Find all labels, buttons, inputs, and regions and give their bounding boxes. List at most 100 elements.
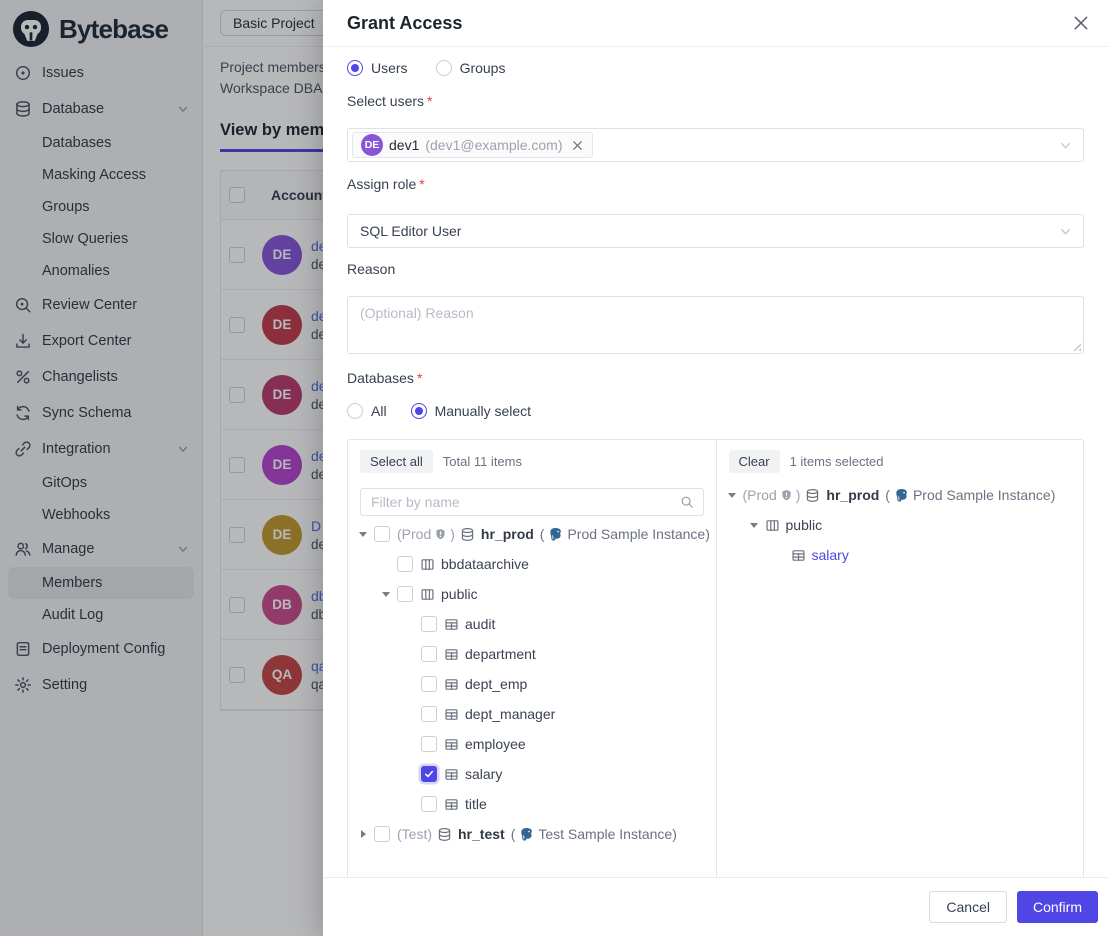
environment-label: (Prod) — [397, 526, 455, 542]
picker-source-header: Select all Total 11 items — [360, 450, 704, 473]
caret-down-icon[interactable] — [379, 587, 393, 601]
tree-node-label[interactable]: bbdataarchive — [441, 556, 529, 572]
tree-node-label[interactable]: hr_test — [458, 826, 505, 842]
modal-header: Grant Access — [323, 0, 1108, 47]
tree-node-employee[interactable]: employee — [348, 729, 716, 759]
tree-node-hr_prod[interactable]: (Prod)hr_prod(Prod Sample Instance) — [348, 519, 716, 549]
modal-body: Users Groups Select users* DE dev1 (dev1… — [323, 48, 1108, 877]
users-radio-control[interactable] — [347, 60, 363, 76]
tree-node-dept_manager[interactable]: dept_manager — [348, 699, 716, 729]
tree-node-label[interactable]: hr_prod — [826, 487, 879, 503]
tree-node-label[interactable]: audit — [465, 616, 495, 632]
tree-node-public[interactable]: public — [348, 579, 716, 609]
remove-user-icon[interactable] — [571, 139, 584, 152]
tree-checkbox[interactable] — [421, 766, 437, 782]
chevron-down-icon — [1058, 138, 1073, 153]
tree-checkbox[interactable] — [421, 736, 437, 752]
tree-node-salary[interactable]: salary — [348, 759, 716, 789]
picker-selected-header: Clear 1 items selected — [729, 450, 1072, 473]
caret-down-icon — [403, 707, 417, 721]
tree-checkbox[interactable] — [421, 646, 437, 662]
clear-button[interactable]: Clear — [729, 450, 780, 473]
avatar: DE — [361, 134, 383, 156]
tree-node-bbdataarchive[interactable]: bbdataarchive — [348, 549, 716, 579]
all-radio-control[interactable] — [347, 403, 363, 419]
tree-node-hr_test[interactable]: (Test)hr_test(Test Sample Instance) — [348, 819, 716, 849]
caret-down-icon — [403, 737, 417, 751]
close-icon[interactable] — [1072, 14, 1090, 32]
tree-node-hr_prod[interactable]: (Prod) hr_prod (Prod Sample Instance) — [717, 480, 1084, 510]
role-select[interactable]: SQL Editor User — [347, 214, 1084, 248]
tree-node-label[interactable]: public — [786, 517, 823, 533]
caret-down-icon — [403, 647, 417, 661]
caret-down-icon[interactable] — [725, 488, 739, 502]
table-icon — [444, 647, 459, 662]
tree-node-dept_emp[interactable]: dept_emp — [348, 669, 716, 699]
environment-label: (Prod) — [743, 487, 801, 503]
required-asterisk: * — [417, 370, 422, 386]
search-icon — [680, 495, 694, 509]
table-icon — [444, 737, 459, 752]
reason-field-wrap — [347, 296, 1084, 354]
table-icon — [444, 767, 459, 782]
caret-down-icon[interactable] — [747, 518, 761, 532]
tree-node-public[interactable]: public — [717, 510, 1084, 540]
table-icon — [444, 617, 459, 632]
tree-node-department[interactable]: department — [348, 639, 716, 669]
tree-node-label[interactable]: title — [465, 796, 487, 812]
tree-checkbox[interactable] — [397, 586, 413, 602]
modal-footer: Cancel Confirm — [323, 877, 1108, 936]
cancel-button[interactable]: Cancel — [929, 891, 1007, 923]
caret-down-icon — [403, 617, 417, 631]
table-icon — [444, 797, 459, 812]
tree-node-label[interactable]: dept_manager — [465, 706, 555, 722]
tree-node-label[interactable]: public — [441, 586, 478, 602]
tree-node-audit[interactable]: audit — [348, 609, 716, 639]
tree-checkbox[interactable] — [397, 556, 413, 572]
selected-user-email: (dev1@example.com) — [425, 137, 562, 153]
database-icon — [805, 488, 820, 503]
table-icon — [444, 707, 459, 722]
caret-right-icon[interactable] — [356, 827, 370, 841]
tree-node-label[interactable]: dept_emp — [465, 676, 527, 692]
caret-down-icon — [403, 677, 417, 691]
reason-textarea[interactable] — [348, 297, 1083, 353]
manually-select-radio-control[interactable] — [411, 403, 427, 419]
tree-checkbox[interactable] — [421, 796, 437, 812]
tree-checkbox[interactable] — [421, 616, 437, 632]
tree-node-label[interactable]: department — [465, 646, 536, 662]
total-items-label: Total 11 items — [443, 454, 522, 469]
groups-radio[interactable]: Groups — [436, 60, 506, 76]
tree-checkbox[interactable] — [421, 676, 437, 692]
tree-node-salary[interactable]: salary — [717, 540, 1084, 570]
groups-radio-label: Groups — [460, 60, 506, 76]
picker-selected-panel: Clear 1 items selected (Prod)hr_prod(Pro… — [716, 440, 1084, 877]
tree-checkbox[interactable] — [421, 706, 437, 722]
tree-checkbox[interactable] — [374, 826, 390, 842]
schema-icon — [765, 518, 780, 533]
tree-node-label[interactable]: employee — [465, 736, 526, 752]
all-radio[interactable]: All — [347, 403, 387, 419]
database-tree: (Prod)hr_prod(Prod Sample Instance)bbdat… — [348, 519, 716, 877]
caret-down-icon — [773, 548, 787, 562]
caret-down-icon[interactable] — [356, 527, 370, 541]
groups-radio-control[interactable] — [436, 60, 452, 76]
manually-select-radio[interactable]: Manually select — [411, 403, 532, 419]
shield-icon — [780, 489, 793, 502]
users-select[interactable]: DE dev1 (dev1@example.com) — [347, 128, 1084, 162]
tree-node-label[interactable]: hr_prod — [481, 526, 534, 542]
select-all-button[interactable]: Select all — [360, 450, 433, 473]
tree-node-label[interactable]: salary — [465, 766, 502, 782]
select-users-label: Select users* — [347, 93, 1084, 109]
users-radio[interactable]: Users — [347, 60, 408, 76]
users-radio-label: Users — [371, 60, 408, 76]
instance-label: (Test Sample Instance) — [511, 826, 677, 842]
tree-checkbox[interactable] — [374, 526, 390, 542]
instance-label: (Prod Sample Instance) — [885, 487, 1055, 503]
filter-input[interactable] — [361, 494, 680, 510]
tree-node-title[interactable]: title — [348, 789, 716, 819]
chevron-down-icon — [1058, 224, 1073, 239]
tree-node-label[interactable]: salary — [812, 547, 849, 563]
confirm-button[interactable]: Confirm — [1017, 891, 1098, 923]
database-picker: Select all Total 11 items (Prod)hr_prod(… — [347, 439, 1084, 877]
